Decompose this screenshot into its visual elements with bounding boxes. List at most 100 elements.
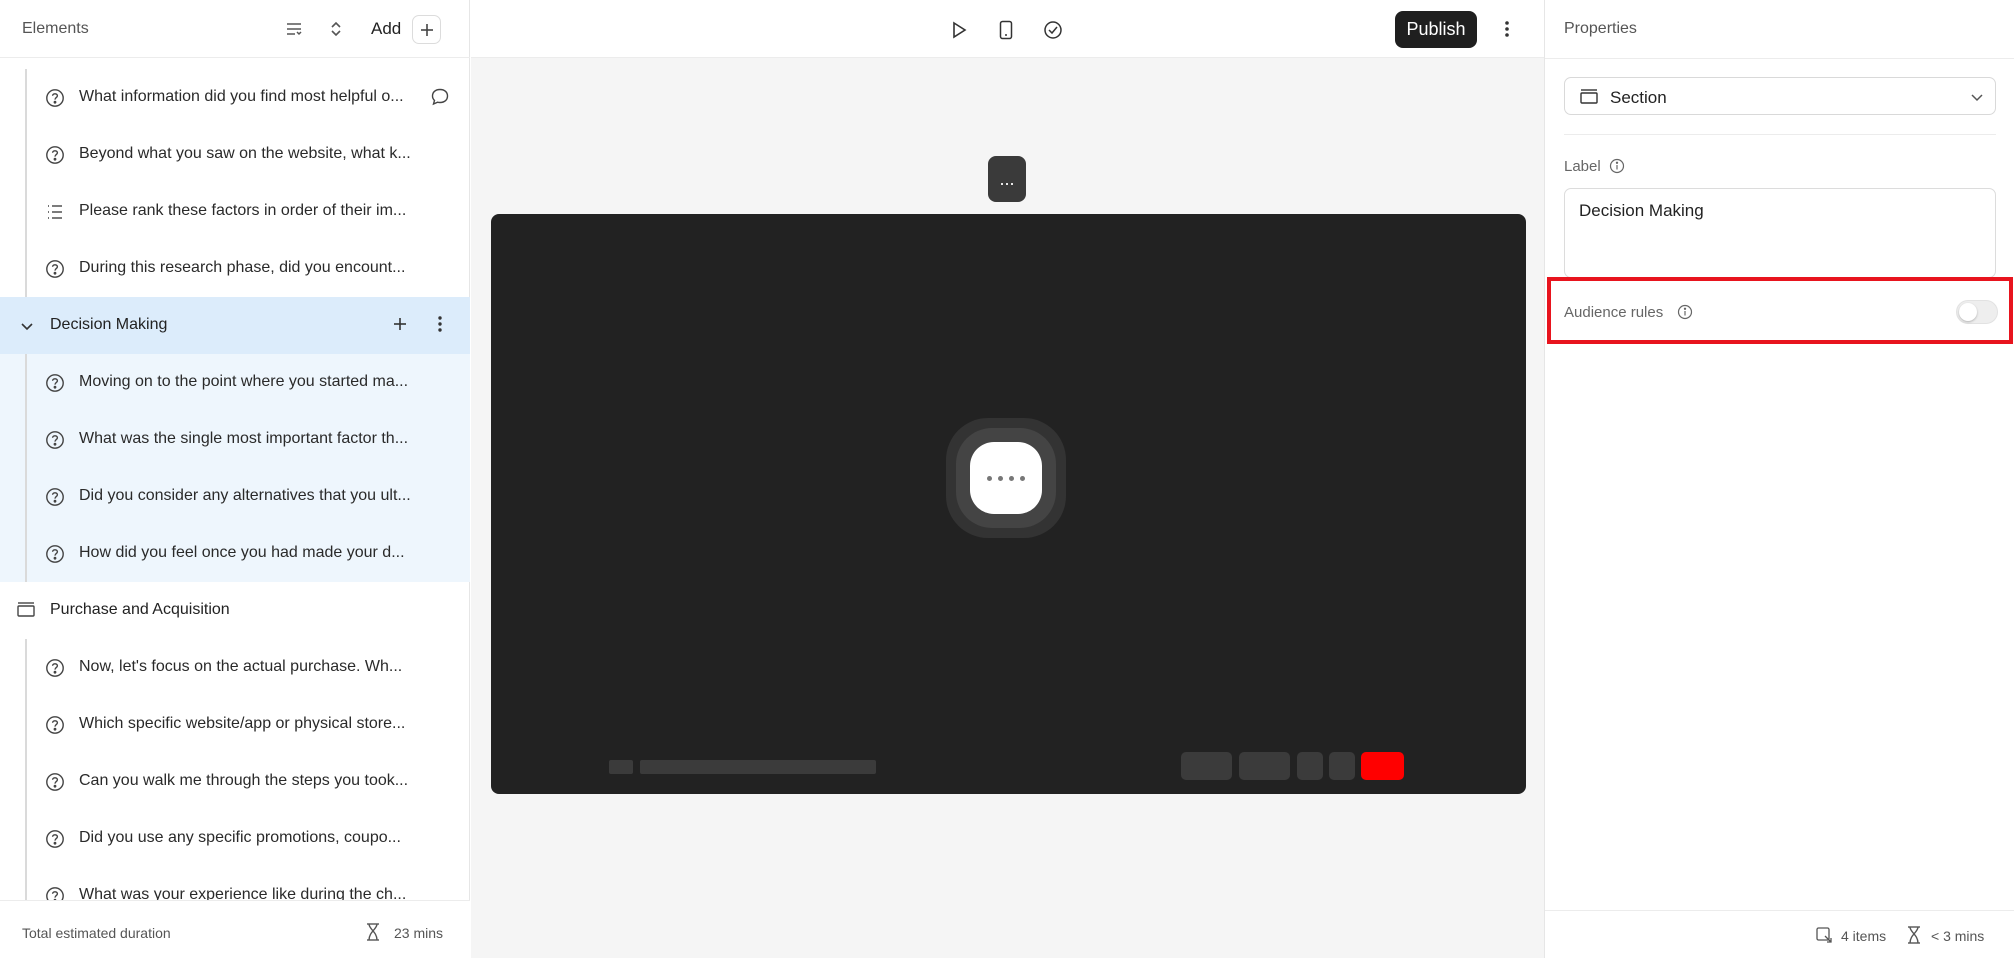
question-text: Moving on to the point where you started… [79,373,409,390]
audience-rules-toggle[interactable] [1956,300,1998,324]
expand-collapse-icon[interactable] [324,17,348,41]
filter-list-icon[interactable] [282,17,306,41]
ranking-list-icon [44,201,66,223]
tree-guide-line [25,867,27,900]
element-type-value: Section [1610,88,1667,107]
tree-guide-line [25,525,27,582]
properties-panel: Properties Section Label Decision Making… [1544,0,2014,958]
tree-guide-line [25,639,27,696]
elements-title: Elements [22,20,89,37]
question-text: Can you walk me through the steps you to… [79,772,409,789]
control-button[interactable] [1329,752,1355,780]
hourglass-icon [366,923,384,941]
tree-question[interactable]: What was your experience like during the… [0,867,470,900]
section-title: Decision Making [50,316,168,333]
chevron-down-icon[interactable] [18,317,36,335]
kebab-menu-icon[interactable] [430,314,454,338]
tree-guide-line [25,126,27,183]
tree-section[interactable]: Decision Making [0,297,470,354]
loading-indicator [946,418,1066,538]
tree-question[interactable]: Which specific website/app or physical s… [0,696,470,753]
tree-question[interactable]: What was the single most important facto… [0,411,470,468]
elements-panel: Elements Add What information did you fi… [0,0,470,958]
tree-question[interactable]: What information did you find most helpf… [0,69,470,126]
tree-question[interactable]: Did you use any specific promotions, cou… [0,810,470,867]
add-button[interactable] [412,15,441,44]
question-text: Did you consider any alternatives that y… [79,487,411,504]
tree-guide-line [25,411,27,468]
element-type-select[interactable]: Section [1564,77,1996,115]
kebab-menu-icon[interactable] [1495,17,1519,41]
canvas-toolbar: Publish [471,0,1544,58]
audience-rules-label: Audience rules [1564,304,1664,321]
tree-guide-line [25,69,27,126]
tree-guide-line [25,810,27,867]
properties-footer: 4 items < 3 mins [1545,910,2014,958]
elements-tree: What information did you find most helpf… [0,58,470,900]
question-text: Beyond what you saw on the website, what… [79,145,411,162]
total-duration-value: 23 mins [394,925,444,941]
info-icon[interactable] [1677,304,1694,321]
section-icon [1579,87,1599,107]
chevron-down-icon [1969,89,1985,105]
record-button[interactable] [1361,752,1404,780]
add-label[interactable]: Add [371,19,401,39]
question-circle-icon [44,144,66,166]
tree-guide-line [25,240,27,297]
timestamp-placeholder [609,760,633,774]
question-text: What was the single most important facto… [79,430,409,447]
control-button[interactable] [1239,752,1290,780]
total-duration-label: Total estimated duration [22,925,171,941]
question-circle-icon [44,372,66,394]
question-text: Now, let's focus on the actual purchase.… [79,658,403,675]
question-text: Which specific website/app or physical s… [79,715,406,732]
section-duration: < 3 mins [1931,928,1985,944]
publish-button[interactable]: Publish [1395,11,1477,48]
floating-menu-button[interactable]: ... [988,156,1026,202]
question-text: What was your experience like during the… [79,886,407,900]
question-circle-icon [44,657,66,679]
question-circle-icon [44,714,66,736]
question-text: Did you use any specific promotions, cou… [79,829,401,846]
tree-question[interactable]: Did you consider any alternatives that y… [0,468,470,525]
question-circle-icon [44,885,66,900]
items-icon [1815,926,1833,944]
tree-question[interactable]: How did you feel once you had made your … [0,525,470,582]
tree-section[interactable]: Purchase and Acquisition [0,582,470,639]
control-button[interactable] [1297,752,1323,780]
section-title: Purchase and Acquisition [50,601,230,618]
tree-question[interactable]: Moving on to the point where you started… [0,354,470,411]
question-text: During this research phase, did you enco… [79,259,406,276]
label-field-title: Label [1564,158,1601,175]
plus-icon [420,23,433,36]
section-icon [16,600,38,622]
mobile-preview-icon[interactable] [993,17,1019,43]
info-icon[interactable] [1609,158,1626,175]
tree-question[interactable]: Please rank these factors in order of th… [0,183,470,240]
tree-guide-line [25,354,27,411]
tree-guide-line [25,468,27,525]
tree-question[interactable]: Can you walk me through the steps you to… [0,753,470,810]
question-circle-icon [44,486,66,508]
items-count: 4 items [1841,928,1887,944]
add-to-section-icon[interactable] [390,314,414,338]
check-circle-icon[interactable] [1040,17,1066,43]
elements-header: Elements Add [0,0,470,58]
question-circle-icon [44,429,66,451]
comment-icon[interactable] [430,87,452,109]
question-circle-icon [44,828,66,850]
question-circle-icon [44,543,66,565]
label-input[interactable]: Decision Making [1564,188,1996,278]
question-text: Please rank these factors in order of th… [79,202,407,219]
video-preview [491,214,1526,794]
tree-guide-line [25,696,27,753]
control-button[interactable] [1181,752,1232,780]
tree-question[interactable]: Beyond what you saw on the website, what… [0,126,470,183]
play-icon[interactable] [946,17,972,43]
tree-guide-line [25,753,27,810]
tree-question[interactable]: Now, let's focus on the actual purchase.… [0,639,470,696]
canvas-area: Publish ... [471,0,1544,958]
tree-guide-line [25,183,27,240]
hourglass-icon [1907,926,1925,944]
tree-question[interactable]: During this research phase, did you enco… [0,240,470,297]
